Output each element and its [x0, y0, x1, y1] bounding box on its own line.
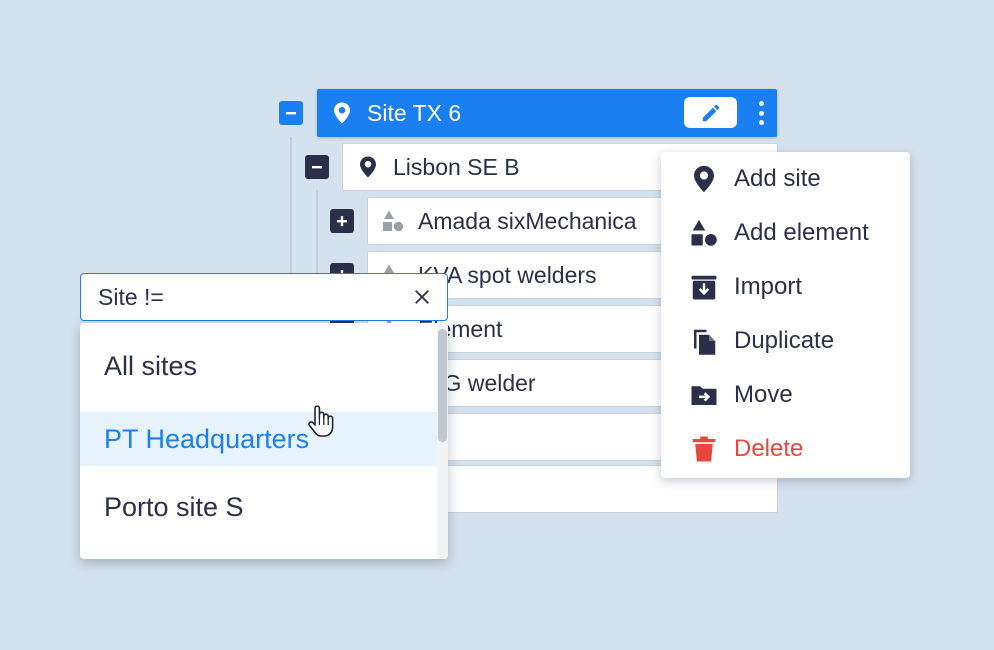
- menu-item-label: Add site: [734, 165, 821, 192]
- duplicate-icon: [688, 325, 720, 357]
- dropdown-option-porto-site-s[interactable]: Porto site S: [80, 480, 437, 534]
- hand-cursor-icon: [308, 405, 334, 437]
- collapse-toggle-child[interactable]: [305, 155, 329, 179]
- menu-item-label: Delete: [734, 435, 804, 462]
- shapes-icon: [688, 217, 720, 249]
- edit-button[interactable]: [684, 97, 737, 128]
- tree-row-label: Amada sixMechanica: [418, 207, 637, 234]
- menu-item-duplicate[interactable]: Duplicate: [661, 314, 910, 368]
- shapes-icon: [380, 208, 406, 234]
- tree-guide-line: [290, 137, 292, 277]
- menu-item-add-element[interactable]: Add element: [661, 206, 910, 260]
- import-icon: [688, 271, 720, 303]
- menu-item-move[interactable]: Move: [661, 368, 910, 422]
- minus-icon: [286, 112, 296, 115]
- plus-icon: [337, 216, 347, 227]
- scrollbar-thumb[interactable]: [438, 329, 447, 442]
- more-options-icon[interactable]: [753, 99, 769, 127]
- collapse-toggle-root[interactable]: [279, 101, 303, 125]
- filter-value: Site !=: [98, 283, 164, 310]
- minus-icon: [312, 166, 322, 169]
- map-pin-icon: [329, 100, 355, 126]
- option-label: PT Headquarters: [104, 423, 310, 454]
- menu-item-add-site[interactable]: Add site: [661, 152, 910, 206]
- dropdown-option-all-sites[interactable]: All sites: [80, 339, 437, 393]
- site-dropdown: All sites PT Headquarters Porto site S: [80, 323, 448, 559]
- menu-item-delete[interactable]: Delete: [661, 422, 910, 476]
- menu-item-label: Import: [734, 273, 803, 300]
- menu-item-label: Duplicate: [734, 327, 835, 354]
- menu-item-label: Add element: [734, 219, 869, 246]
- tree-row-label: Site TX 6: [367, 99, 462, 126]
- menu-item-label: Move: [734, 381, 793, 408]
- trash-icon: [688, 433, 720, 465]
- site-filter-input[interactable]: Site !=: [80, 273, 448, 321]
- expand-toggle[interactable]: [330, 209, 354, 233]
- map-pin-icon: [688, 163, 720, 195]
- menu-item-import[interactable]: Import: [661, 260, 910, 314]
- map-pin-icon: [355, 154, 381, 180]
- tree-row-root[interactable]: Site TX 6: [317, 89, 777, 137]
- dropdown-scrollbar[interactable]: [437, 323, 448, 559]
- close-icon[interactable]: [412, 287, 432, 307]
- pencil-icon: [702, 104, 719, 121]
- context-menu: Add site Add element Import Duplicate Mo…: [661, 152, 910, 478]
- tree-row-label: Lisbon SE B: [393, 153, 520, 180]
- option-label: All sites: [104, 350, 198, 381]
- dropdown-option-pt-headquarters[interactable]: PT Headquarters: [80, 412, 437, 466]
- move-folder-icon: [688, 379, 720, 411]
- option-label: Porto site S: [104, 491, 244, 522]
